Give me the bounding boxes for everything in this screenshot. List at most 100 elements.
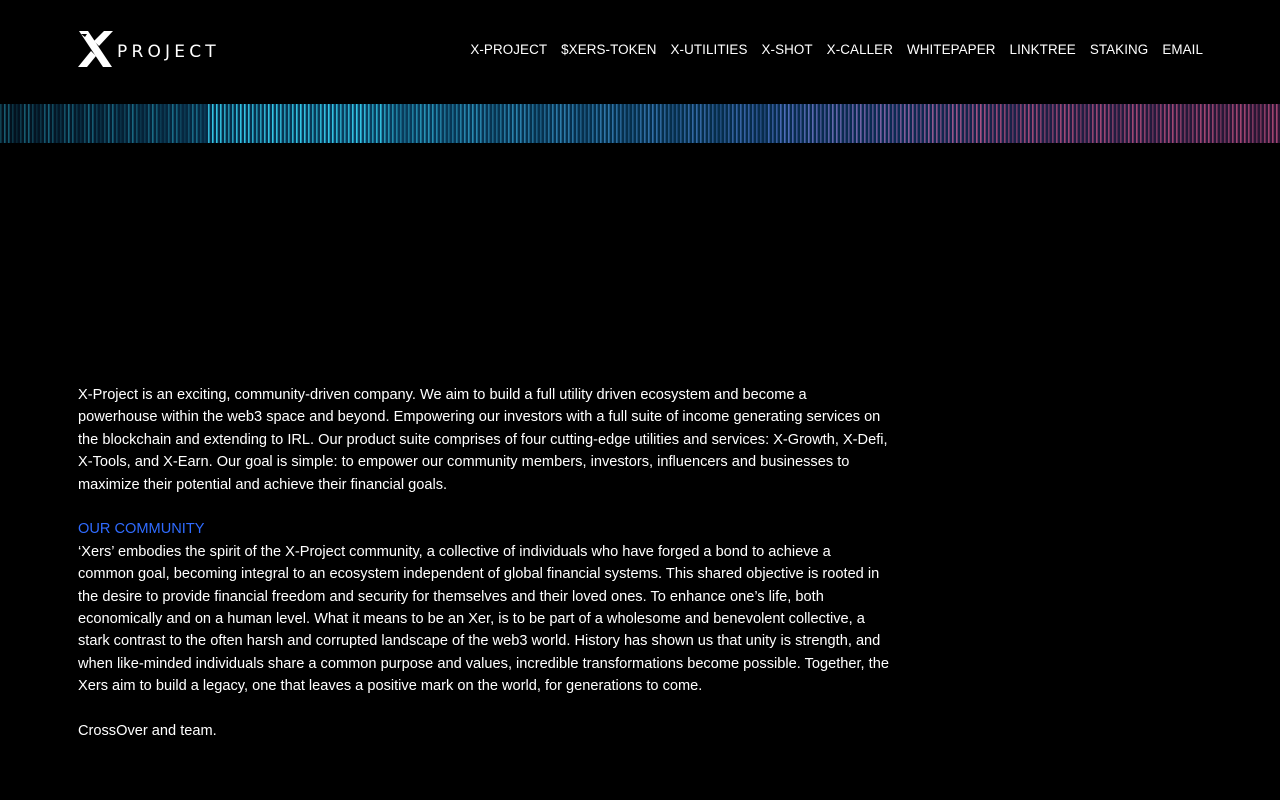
banner-stripe: [44, 104, 46, 143]
banner-stripe: [988, 104, 990, 143]
banner-stripe: [472, 104, 474, 143]
banner-stripe: [780, 104, 782, 143]
nav-item-x-shot[interactable]: X-SHOT: [761, 42, 812, 57]
banner-stripe: [964, 104, 966, 143]
banner-stripe: [248, 104, 250, 143]
banner-stripe: [548, 104, 550, 143]
logo-link[interactable]: PROJECT: [77, 30, 220, 68]
banner-stripe: [188, 104, 190, 143]
banner-stripe: [688, 104, 690, 143]
banner-stripe: [60, 104, 62, 143]
banner-stripe: [1080, 104, 1082, 143]
banner-stripe: [640, 104, 642, 143]
banner-stripe: [16, 104, 18, 143]
banner-stripe: [172, 104, 174, 143]
banner-stripe: [632, 104, 634, 143]
banner-stripe: [476, 104, 478, 143]
banner-stripe: [1120, 104, 1122, 143]
banner-stripe: [1044, 104, 1046, 143]
banner-stripe: [984, 104, 986, 143]
banner-stripe: [1096, 104, 1098, 143]
banner-stripe: [156, 104, 158, 143]
banner-stripe: [84, 104, 86, 143]
banner-stripe: [576, 104, 578, 143]
banner-stripe: [1212, 104, 1214, 143]
banner-stripe: [112, 104, 114, 143]
banner-stripe: [1220, 104, 1222, 143]
banner-stripe: [560, 104, 562, 143]
banner-stripe: [1128, 104, 1130, 143]
main-nav: X-PROJECT $XERS-TOKEN X-UTILITIES X-SHOT…: [470, 42, 1203, 57]
banner-stripe: [504, 104, 506, 143]
banner-stripe: [588, 104, 590, 143]
banner-stripe: [652, 104, 654, 143]
banner-stripe: [724, 104, 726, 143]
banner-stripe: [1224, 104, 1226, 143]
banner-stripe: [636, 104, 638, 143]
banner-stripe: [436, 104, 438, 143]
banner-stripe: [596, 104, 598, 143]
nav-item-whitepaper[interactable]: WHITEPAPER: [907, 42, 996, 57]
banner-stripe: [980, 104, 982, 143]
nav-item-x-project[interactable]: X-PROJECT: [470, 42, 547, 57]
banner-stripe: [532, 104, 534, 143]
banner-stripe: [1180, 104, 1182, 143]
banner-stripe: [224, 104, 226, 143]
nav-item-xers-token[interactable]: $XERS-TOKEN: [561, 42, 656, 57]
banner-stripe: [308, 104, 310, 143]
banner-stripe: [376, 104, 378, 143]
banner-stripe: [1152, 104, 1154, 143]
banner-stripe: [392, 104, 394, 143]
banner-stripe: [888, 104, 890, 143]
banner-stripe: [800, 104, 802, 143]
intro-paragraph: X-Project is an exciting, community-driv…: [78, 387, 888, 493]
banner-stripe: [1140, 104, 1142, 143]
banner-stripe: [20, 104, 22, 143]
banner-stripe: [264, 104, 266, 143]
nav-item-email[interactable]: EMAIL: [1162, 42, 1203, 57]
banner-stripe: [656, 104, 658, 143]
banner-stripe: [296, 104, 298, 143]
banner-stripe: [860, 104, 862, 143]
banner-stripe: [808, 104, 810, 143]
decorative-banner: [0, 104, 1280, 143]
banner-stripe: [448, 104, 450, 143]
banner-stripe: [624, 104, 626, 143]
banner-stripe: [812, 104, 814, 143]
banner-stripe: [416, 104, 418, 143]
banner-stripe: [716, 104, 718, 143]
nav-item-staking[interactable]: STAKING: [1090, 42, 1149, 57]
banner-stripe: [372, 104, 374, 143]
banner-stripe: [1012, 104, 1014, 143]
banner-stripe: [1148, 104, 1150, 143]
banner-stripe: [400, 104, 402, 143]
banner-stripe: [824, 104, 826, 143]
banner-stripe: [168, 104, 170, 143]
banner-stripe: [452, 104, 454, 143]
banner-stripe: [960, 104, 962, 143]
banner-stripe: [424, 104, 426, 143]
nav-item-linktree[interactable]: LINKTREE: [1010, 42, 1076, 57]
nav-item-x-caller[interactable]: X-CALLER: [827, 42, 893, 57]
nav-item-x-utilities[interactable]: X-UTILITIES: [670, 42, 747, 57]
banner-stripe: [1208, 104, 1210, 143]
banner-stripe: [28, 104, 30, 143]
banner-stripe: [572, 104, 574, 143]
banner-stripe: [848, 104, 850, 143]
banner-stripe: [680, 104, 682, 143]
banner-stripe: [228, 104, 230, 143]
banner-stripe: [236, 104, 238, 143]
banner-stripe: [212, 104, 214, 143]
banner-stripe: [684, 104, 686, 143]
banner-stripe: [908, 104, 910, 143]
banner-stripe: [300, 104, 302, 143]
banner-stripe: [820, 104, 822, 143]
banner-stripe: [1236, 104, 1238, 143]
banner-stripe: [492, 104, 494, 143]
banner-stripe: [184, 104, 186, 143]
banner-stripe: [68, 104, 70, 143]
banner-stripe: [616, 104, 618, 143]
banner-stripe: [1072, 104, 1074, 143]
banner-stripe: [128, 104, 130, 143]
banner-stripe: [24, 104, 26, 143]
